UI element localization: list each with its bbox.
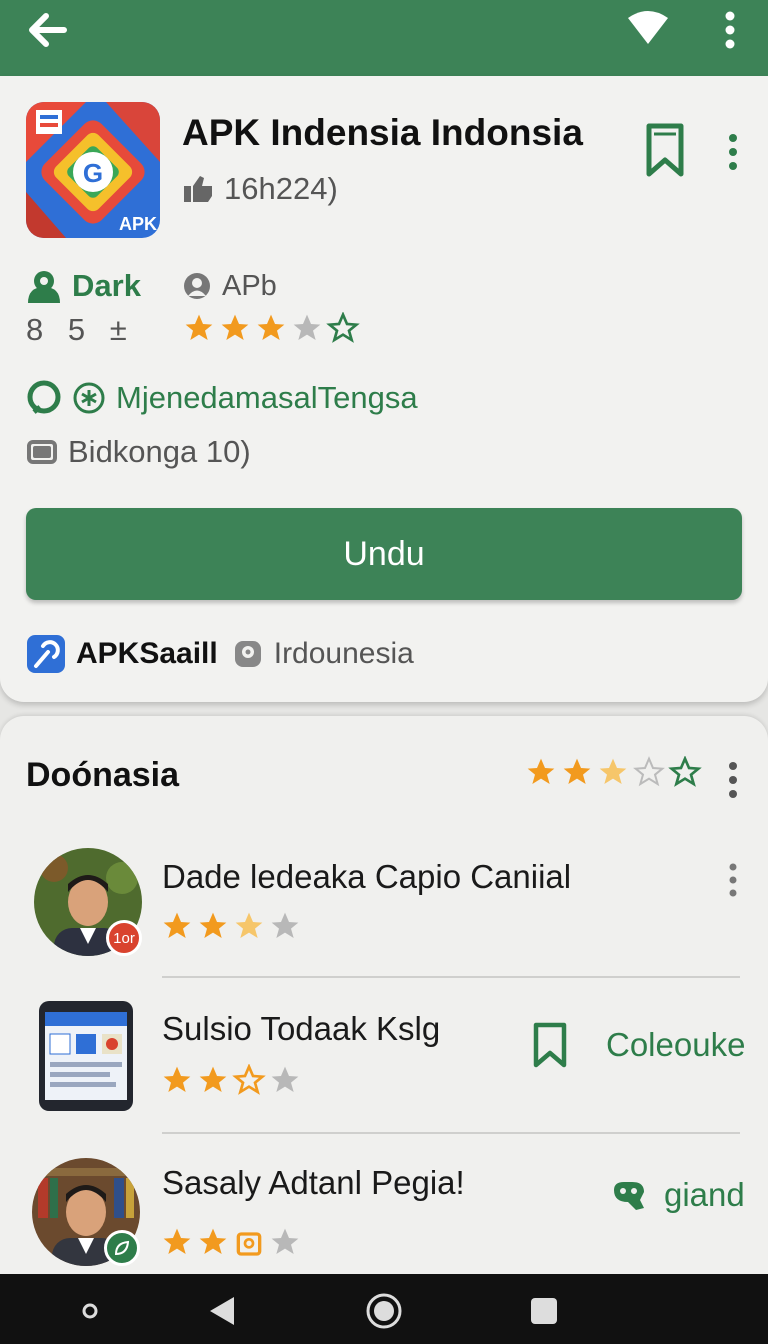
gamepad-icon (614, 1182, 644, 1210)
item-action-label: giand (664, 1176, 745, 1213)
developer-label: Dark (72, 268, 141, 303)
star-outline-icon (668, 756, 702, 787)
app-detail-card: G APK APK Indensia Indonsia 16h224) Dark… (0, 76, 768, 702)
apb-row: APb (182, 266, 277, 306)
item-rating-stars (160, 1226, 302, 1258)
tag-icon (27, 440, 57, 464)
star-full-icon (163, 912, 191, 938)
location-icon (234, 641, 261, 667)
svg-text:APK: APK (119, 214, 157, 234)
user-circle-icon (184, 273, 210, 299)
star-half-icon (235, 912, 263, 938)
star-empty-icon (271, 1228, 299, 1254)
star-badge-icon (73, 382, 105, 414)
tag-text: MjenedamasalTengsa (116, 380, 418, 415)
star-half-icon (599, 758, 627, 784)
app-rating-stars (182, 312, 360, 344)
item-action-label: Coleouke (606, 1026, 746, 1063)
footer-region: Irdounesia (273, 637, 414, 670)
app-meta-text: 16h224) (224, 171, 338, 206)
section-rating-stars (524, 756, 702, 788)
phone-thumbnail (39, 1001, 133, 1111)
list-item[interactable]: 1or Dade ledeaka Capio Caniial (0, 846, 768, 976)
star-full-icon (257, 314, 285, 340)
apb-label: APb (222, 269, 277, 302)
app-title: APK Indensia Indonsia (182, 112, 583, 153)
svg-text:G: G (83, 158, 103, 188)
avatar-badge (104, 1230, 140, 1266)
home-dot-icon[interactable] (70, 1291, 110, 1331)
star-full-icon (185, 314, 213, 340)
more-vertical-icon[interactable] (716, 10, 744, 50)
item-title: Sasaly Adtanl Pegia! (162, 1164, 465, 1201)
app-store-icon (27, 635, 65, 673)
footer-brand: APKSaaill (76, 637, 218, 670)
bookmark-icon[interactable] (644, 122, 686, 178)
list-item[interactable]: Sulsio Todaak Kslg Coleouke (0, 998, 768, 1128)
item-action[interactable]: Coleouke (532, 1022, 745, 1068)
footer-row: APKSaaill Irdounesia (26, 632, 414, 676)
chat-icon (27, 380, 61, 414)
divider (162, 976, 740, 978)
stats-row: 8 5 ± (26, 310, 135, 350)
developer-icon (28, 271, 60, 303)
back-triangle-icon[interactable] (202, 1291, 242, 1331)
download-button[interactable]: Undu (26, 508, 742, 600)
star-full-icon (163, 1066, 191, 1092)
top-app-bar (0, 0, 768, 76)
list-item[interactable]: Sasaly Adtanl Pegia! giand (0, 1156, 768, 1276)
bookmark-icon (533, 1022, 567, 1068)
star-full-icon (221, 314, 249, 340)
item-rating-stars (160, 910, 302, 942)
star-full-icon (199, 1228, 227, 1254)
system-nav-bar (0, 1274, 768, 1344)
tag-row: MjenedamasalTengsa (26, 376, 418, 420)
item-title: Dade ledeaka Capio Caniial (162, 858, 572, 895)
gift-icon (236, 1232, 262, 1256)
divider (162, 1132, 740, 1134)
star-full-icon (199, 1066, 227, 1092)
leaf-icon (114, 1240, 130, 1256)
star-full-icon (563, 758, 591, 784)
avatar-badge: 1or (106, 920, 142, 956)
section-title: Doónasia (26, 756, 180, 794)
item-action[interactable]: giand (610, 1176, 745, 1214)
more-vertical-icon[interactable] (722, 760, 744, 800)
thumbs-icon (184, 176, 212, 202)
developer-row: Dark (26, 266, 141, 306)
wifi-icon (628, 11, 668, 44)
home-circle-icon[interactable] (364, 1291, 404, 1331)
app-meta: 16h224) (182, 171, 338, 207)
related-apps-card: Doónasia 1or Dade ledeaka Capio Caniial (0, 716, 768, 1276)
info-row: Bidkonga 10) (26, 430, 251, 474)
stats-text: 8 5 ± (26, 312, 135, 347)
star-empty-icon (271, 912, 299, 938)
more-vertical-icon[interactable] (724, 862, 742, 898)
star-half-icon (232, 1064, 266, 1095)
arrow-left-icon[interactable] (26, 10, 70, 50)
item-rating-stars (160, 1064, 302, 1096)
more-vertical-icon[interactable] (722, 132, 744, 172)
star-empty-icon (271, 1066, 299, 1092)
info-text: Bidkonga 10) (68, 434, 251, 469)
star-outline-icon (633, 756, 665, 787)
star-full-icon (527, 758, 555, 784)
star-outline-icon (326, 312, 360, 343)
star-full-icon (199, 912, 227, 938)
star-full-icon (163, 1228, 191, 1254)
recents-square-icon[interactable] (524, 1291, 564, 1331)
item-title: Sulsio Todaak Kslg (162, 1010, 441, 1047)
star-empty-icon (293, 314, 321, 340)
app-icon: G APK (26, 102, 160, 238)
